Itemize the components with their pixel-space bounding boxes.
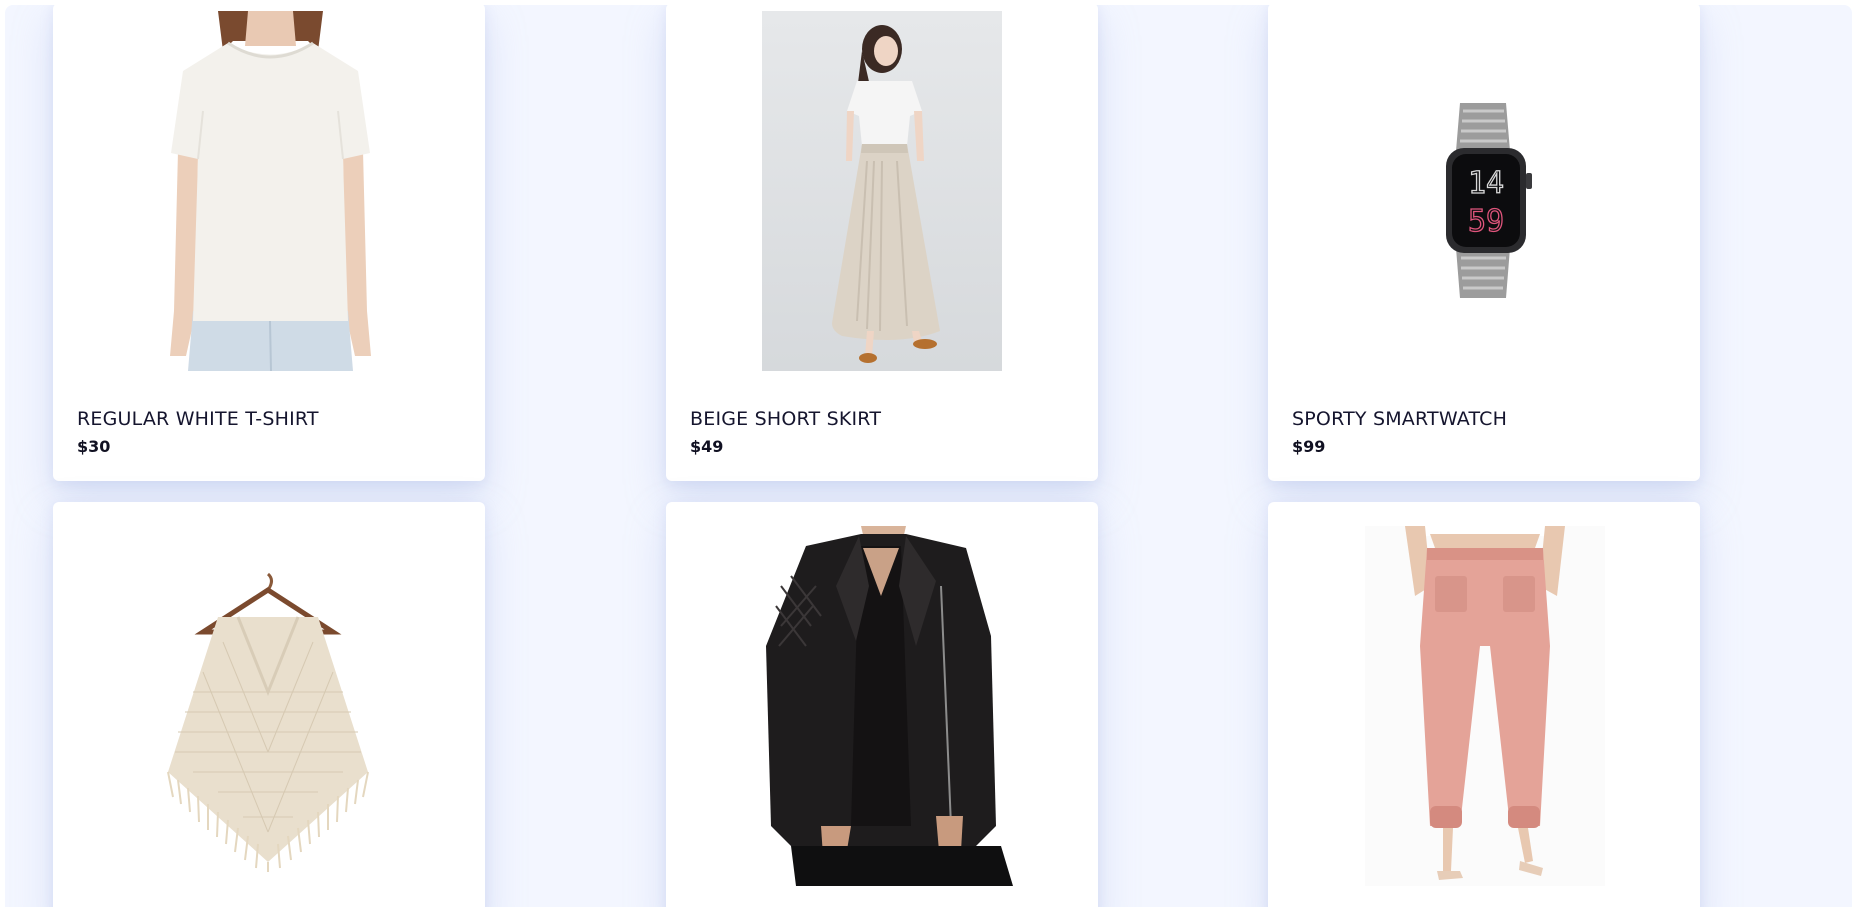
product-price: $49 bbox=[690, 437, 724, 456]
product-name[interactable]: BEIGE SHORT SKIRT bbox=[690, 408, 881, 430]
smartwatch-photo[interactable]: 14 59 bbox=[1418, 103, 1548, 303]
product-card-beige-skirt[interactable]: BEIGE SHORT SKIRT $49 bbox=[666, 5, 1098, 481]
leather-jacket-photo[interactable] bbox=[751, 526, 1013, 886]
product-name[interactable]: REGULAR WHITE T-SHIRT bbox=[77, 408, 319, 430]
product-card-sporty-smartwatch[interactable]: 14 59 SPORTY SMARTWATCH $99 bbox=[1268, 5, 1700, 481]
product-price: $99 bbox=[1292, 437, 1326, 456]
product-grid-page: REGULAR WHITE T-SHIRT $30 BEIGE SHORT SK… bbox=[5, 5, 1852, 907]
product-card-knit-poncho[interactable] bbox=[53, 502, 485, 907]
pink-pants-photo[interactable] bbox=[1365, 526, 1605, 886]
product-card-leather-jacket[interactable] bbox=[666, 502, 1098, 907]
product-name[interactable]: SPORTY SMARTWATCH bbox=[1292, 408, 1507, 430]
product-price: $30 bbox=[77, 437, 111, 456]
beige-skirt-photo[interactable] bbox=[762, 11, 1002, 371]
knit-poncho-photo[interactable] bbox=[163, 572, 373, 872]
watch-hours: 14 bbox=[1468, 166, 1504, 201]
watch-minutes: 59 bbox=[1468, 204, 1504, 239]
product-card-pink-pants[interactable] bbox=[1268, 502, 1700, 907]
product-card-white-tshirt[interactable]: REGULAR WHITE T-SHIRT $30 bbox=[53, 5, 485, 481]
white-tshirt-photo[interactable] bbox=[158, 11, 383, 371]
